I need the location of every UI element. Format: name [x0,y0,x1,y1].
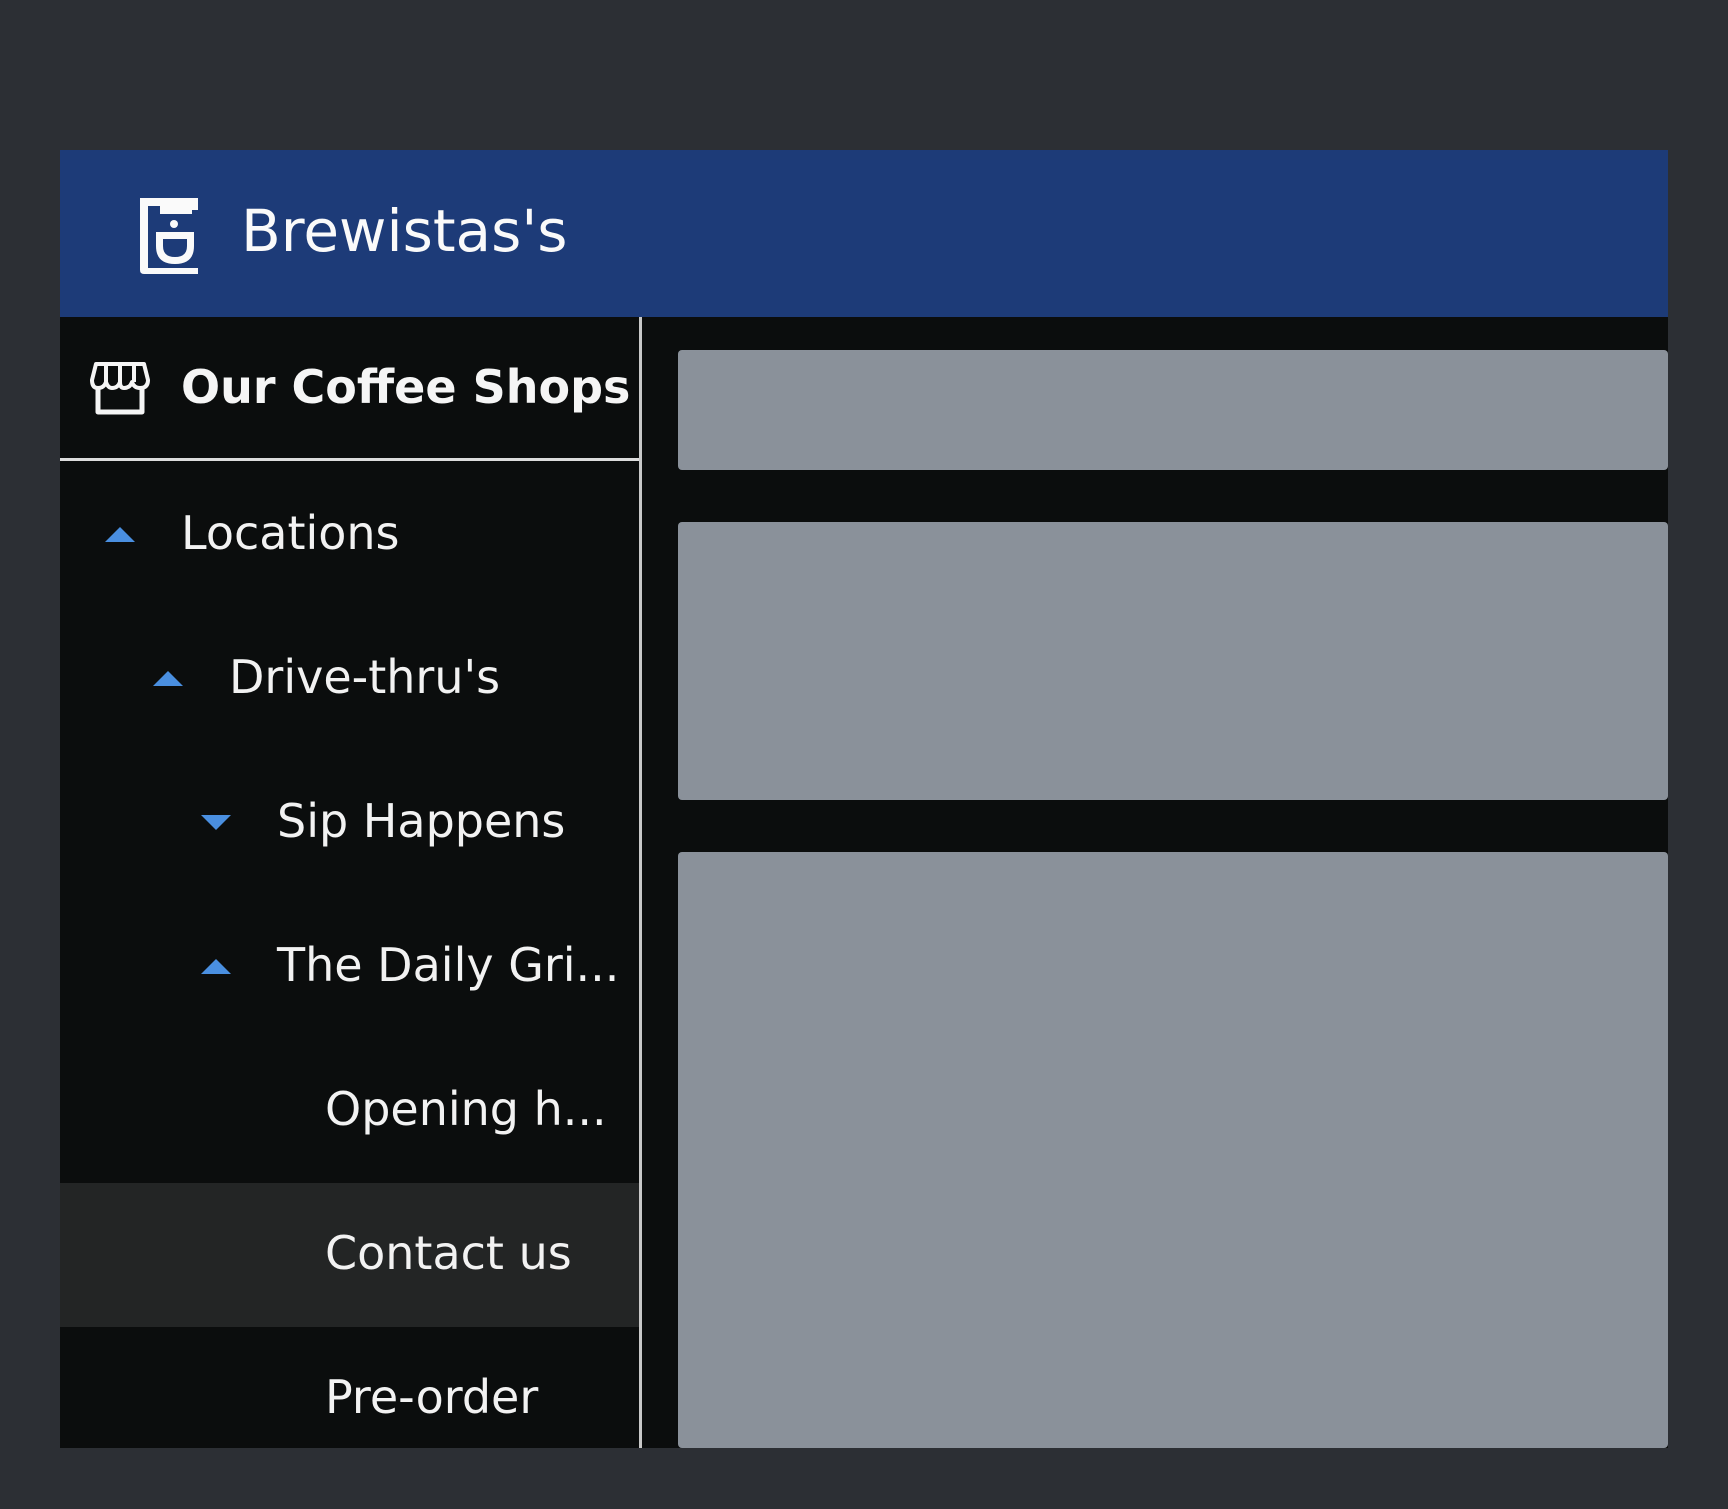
content-panel-1 [678,350,1668,470]
sidebar-item-label: Drive-thru's [229,650,501,704]
sidebar-item-drive-thru-s[interactable]: Drive-thru's [60,607,639,751]
sidebar-item-locations[interactable]: Locations [60,463,639,607]
collapse-arrow-icon[interactable] [153,671,183,686]
sidebar-item-the-daily-gri[interactable]: The Daily Gri... [60,895,639,1039]
sidebar-item-label: Opening h... [325,1082,607,1136]
storefront-icon [90,362,150,415]
sidebar-item-label: Pre-order [325,1370,539,1424]
app-title: Brewistas's [241,197,568,265]
sidebar-item-label: Sip Happens [277,794,566,848]
content-panel-3 [678,852,1668,1448]
sidebar-item-opening-h[interactable]: Opening h... [60,1039,639,1183]
sidebar-item-pre-order[interactable]: Pre-order [60,1327,639,1448]
sidebar-item-label: The Daily Gri... [277,938,620,992]
collapse-arrow-icon[interactable] [201,959,231,974]
sidebar-item-label: Locations [181,506,400,560]
sidebar-item-contact-us[interactable]: Contact us [60,1183,639,1327]
collapse-arrow-icon[interactable] [105,527,135,542]
app-window: Brewistas's Our Coffee Shops Locations Dr… [60,150,1668,1448]
expand-arrow-icon[interactable] [201,815,231,830]
sidebar-header[interactable]: Our Coffee Shops [60,317,639,461]
sidebar-item-sip-happens[interactable]: Sip Happens [60,751,639,895]
sidebar-title: Our Coffee Shops [181,360,631,414]
coffee-machine-icon [140,198,198,274]
app-header: Brewistas's [60,150,1668,317]
content-panel-2 [678,522,1668,800]
sidebar-item-label: Contact us [325,1226,572,1280]
sidebar-nav: Our Coffee Shops Locations Drive-thru's Si… [60,317,642,1448]
